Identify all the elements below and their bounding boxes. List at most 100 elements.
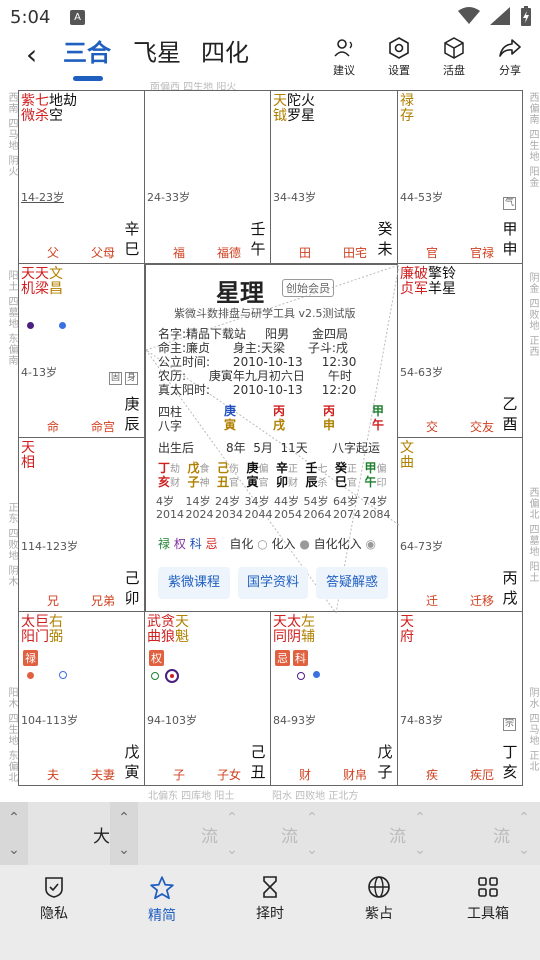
palace-yin[interactable]: 太阳 巨门 右弼 禄 104-113岁 戊 寅 夫 夫妻: [18, 611, 145, 786]
nav-zizhan[interactable]: 紫占: [339, 875, 419, 923]
scroll-col[interactable]: ⌃ ⌄: [0, 802, 28, 865]
palace-wei[interactable]: 天钺 陀罗 火星 34-43岁 癸 未 田 田宅: [270, 90, 398, 264]
stars-you: 廉贞 破军 擎羊 铃星: [400, 266, 456, 297]
palace-zi[interactable]: 天同 太阴 左辅 忌 科 84-93岁 戊 子 财 财帛: [270, 611, 398, 786]
palace-short: 命: [47, 420, 60, 434]
stars-hai: 天府: [400, 614, 414, 645]
stars-shen: 禄存: [400, 93, 414, 124]
branch: 酉: [502, 415, 518, 433]
stars-chen: 天机 天梁 文昌: [21, 266, 63, 297]
top-bar: ‹ 三合 飞星 四化 建议 设置 活盘 分享: [0, 36, 540, 82]
tab-sanhe[interactable]: 三合: [63, 38, 111, 68]
scroll-col[interactable]: ⌃ ⌄: [298, 802, 326, 865]
selector-liushi[interactable]: 流时: [434, 802, 527, 865]
qa-button[interactable]: 答疑解惑: [316, 567, 388, 599]
age-range: 14-23岁: [21, 191, 64, 204]
dayun-age: 4岁: [156, 495, 174, 508]
stars-wei: 天钺 陀罗 火星: [273, 93, 315, 124]
cube-icon: [444, 37, 464, 59]
share-button[interactable]: 分享: [488, 36, 532, 78]
branch: 丑: [250, 763, 266, 781]
palace-si[interactable]: 紫微 七杀 地空 劫 14-23岁 辛 巳 父 父母: [18, 90, 145, 264]
share-label: 分享: [499, 64, 521, 77]
stem: 乙: [502, 395, 518, 413]
nav-simple-label: 精简: [148, 908, 176, 924]
pillar-month-stem: 丙: [272, 404, 285, 418]
wifi-icon: [458, 7, 480, 24]
palace-name: 交友: [470, 420, 495, 434]
palace-shen[interactable]: 禄存 44-53岁 气 甲 申 官 官禄: [397, 90, 523, 264]
edge-left-yin: 阳木 四生地 东偏北: [6, 687, 17, 784]
palace-short: 福: [173, 246, 186, 260]
pillar-year-branch: 寅: [223, 418, 236, 432]
signal-icon: [490, 7, 510, 25]
dayun-age: 14岁: [185, 495, 211, 508]
birth-after-label: 出生后: [158, 441, 195, 455]
nav-privacy-label: 隐私: [40, 906, 68, 922]
scroll-col[interactable]: ⌃ ⌄: [510, 802, 540, 865]
pillar-month-branch: 戌: [272, 418, 285, 432]
sihua-legend: 禄 权 科 忌 自化 ○ 化入 ● 自化化入 ◉: [158, 537, 376, 551]
chart-center-panel: 星理 创始会员 紫微斗数排盘与研学工具 v2.5测试版 名字:精品下载站 阳男 …: [145, 264, 399, 613]
hua-ke-badge: 科: [293, 650, 308, 666]
feedback-label: 建议: [333, 64, 355, 77]
dayun-branch: 丑官: [217, 475, 240, 489]
member-badge[interactable]: 创始会员: [282, 279, 334, 297]
settings-label: 设置: [388, 64, 410, 77]
dayun-age: 24岁: [215, 495, 240, 508]
palace-short: 财: [299, 768, 312, 782]
scroll-col[interactable]: ⌃ ⌄: [110, 802, 138, 865]
scroll-col[interactable]: ⌃ ⌄: [406, 802, 434, 865]
age-range: 84-93岁: [273, 714, 316, 727]
palace-name: 兄弟: [91, 594, 116, 608]
palace-chou[interactable]: 武曲 贪狼 天魁 权 94-103岁 己 丑 子 子女: [144, 611, 271, 786]
selector-liuyue[interactable]: 流月: [218, 802, 315, 865]
palace-short: 疾: [426, 768, 439, 782]
palace-you[interactable]: 廉贞 破军 擎羊 铃星 54-63岁 乙 酉 交 交友: [397, 263, 523, 438]
hourglass-icon: [263, 876, 277, 898]
stem: 戊: [124, 743, 140, 761]
dayun-age: 44岁: [274, 495, 299, 508]
nav-toolbox[interactable]: 工具箱: [448, 875, 528, 923]
live-chart-button[interactable]: 活盘: [432, 36, 476, 78]
birth-after-value: 8年 5月 11天: [226, 441, 308, 455]
palace-name: 子女: [217, 768, 242, 782]
bottom-navigation: 隐私 精简 择时 紫占 工具箱: [0, 865, 540, 960]
palace-name: 夫妻: [91, 768, 116, 782]
dayun-year: 2014: [156, 508, 184, 521]
palace-mao[interactable]: 天相 114-123岁 己 卯 兄 兄弟: [18, 437, 145, 612]
age-range: 54-63岁: [400, 366, 443, 379]
stars-mao: 天相: [21, 440, 35, 471]
palace-hai[interactable]: 天府 74-83岁 宗 丁 亥 疾 疾厄: [397, 611, 523, 786]
nav-simple[interactable]: 精简: [122, 875, 202, 925]
selector-liunian[interactable]: 流年: [138, 802, 235, 865]
palace-name: 官禄: [470, 246, 495, 260]
tab-feixing[interactable]: 飞星: [133, 38, 181, 68]
pillar-hour-stem: 甲: [371, 404, 384, 418]
selector-liuri[interactable]: 流日: [326, 802, 423, 865]
palace-short: 官: [426, 246, 439, 260]
dayun-year: 2074: [333, 508, 361, 521]
selector-dayun[interactable]: 大运: [28, 802, 127, 865]
zhentai-line: 真太阳时: 2010-10-13 12:20: [158, 383, 357, 397]
nav-privacy[interactable]: 隐私: [14, 875, 94, 923]
course-button[interactable]: 紫微课程: [158, 567, 230, 599]
dot-marker: [313, 671, 320, 678]
feedback-icon: [334, 39, 353, 57]
live-chart-label: 活盘: [443, 64, 465, 77]
edge-right-hai: 阴水 四马地 正北: [527, 687, 538, 773]
age-range: 104-113岁: [21, 714, 78, 727]
back-button[interactable]: ‹: [26, 40, 37, 70]
ziwei-chart: 南偏西 四生地 阳火 西南 四马地 阴火 阳土 四墓地 东偏南 正东 四败地 阴…: [0, 82, 540, 802]
edge-right-xu: 西偏北 四墓地 阳土: [527, 487, 538, 584]
palace-xu[interactable]: 文曲 64-73岁 丙 戌 迁 迁移: [397, 437, 523, 612]
settings-button[interactable]: 设置: [377, 36, 421, 78]
tab-sihua[interactable]: 四化: [201, 38, 249, 68]
resources-button[interactable]: 国学资料: [238, 567, 308, 599]
dayun-year: 2064: [303, 508, 332, 521]
feedback-button[interactable]: 建议: [322, 36, 366, 78]
nav-zeshi[interactable]: 择时: [230, 875, 310, 923]
palace-chen[interactable]: 天机 天梁 文昌 4-13岁 固 身 庚 辰 命 命宫: [18, 263, 145, 438]
dayun-age: 54岁: [303, 495, 329, 508]
palace-wu[interactable]: 24-33岁 壬 午 福 福德: [144, 90, 271, 264]
